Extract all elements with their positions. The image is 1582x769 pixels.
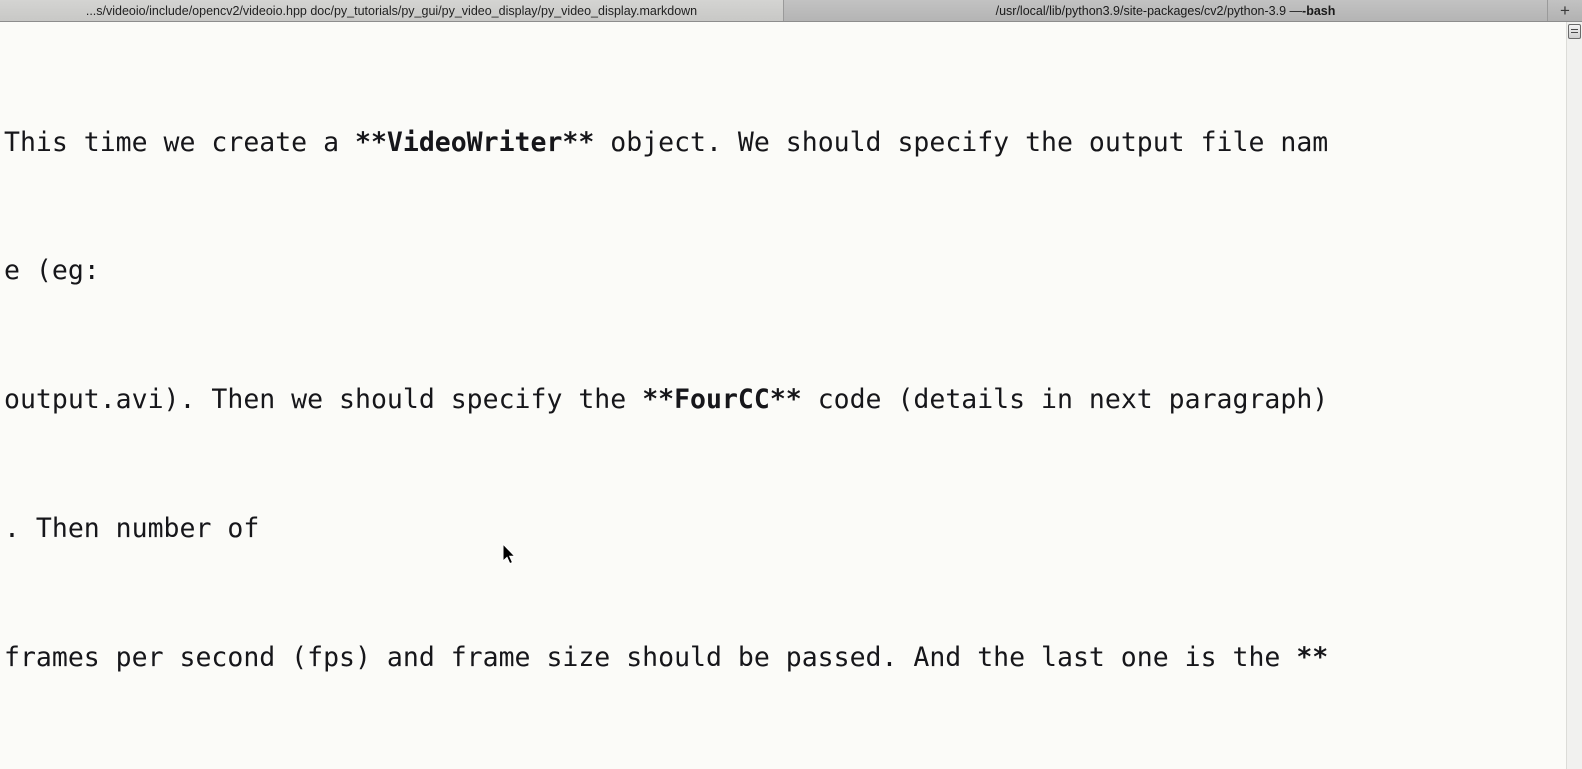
tab-editor[interactable]: ...s/videoio/include/opencv2/videoio.hpp… (0, 0, 784, 21)
tab-bar: ...s/videoio/include/opencv2/videoio.hpp… (0, 0, 1582, 22)
line-4: . Then number of (4, 513, 260, 544)
pager-text: This time we create a **VideoWriter** ob… (0, 22, 1548, 769)
tab-bash[interactable]: /usr/local/lib/python3.9/site-packages/c… (784, 0, 1547, 21)
tab-editor-label: ...s/videoio/include/opencv2/videoio.hpp… (85, 3, 698, 18)
tab-bash-label: /usr/local/lib/python3.9/site-packages/c… (995, 3, 1303, 18)
text-line: e (eg: (4, 255, 1548, 287)
new-tab-button[interactable]: + (1547, 0, 1582, 21)
scrollbar-thumb[interactable] (1568, 24, 1581, 39)
line-1b-bold: **VideoWriter** (355, 126, 595, 158)
text-line: This time we create a **VideoWriter** ob… (4, 127, 1548, 159)
line-2: e (eg: (4, 255, 100, 287)
line-3a: output.avi). Then we should specify the (4, 384, 643, 416)
line-1a: This time we create a (4, 126, 355, 158)
vertical-scrollbar[interactable] (1566, 22, 1582, 769)
text-line: . Then number of (4, 513, 1548, 545)
line-5a: frames per second (fps) and frame size s… (4, 641, 1297, 673)
text-line: frames per second (fps) and frame size s… (4, 642, 1548, 674)
terminal-window: ...s/videoio/include/opencv2/videoio.hpp… (0, 0, 1582, 769)
line-5b-bold: ** (1296, 641, 1329, 673)
terminal-content-area[interactable]: This time we create a **VideoWriter** ob… (0, 22, 1582, 769)
tab-bash-label-bold: -bash (1302, 3, 1336, 18)
text-line: output.avi). Then we should specify the … (4, 384, 1548, 416)
line-1c: object. We should specify the output fil… (594, 126, 1329, 158)
line-3b-bold: **FourCC** (642, 384, 802, 416)
line-3c: code (details in next paragraph) (801, 384, 1329, 416)
plus-icon: + (1560, 1, 1570, 20)
